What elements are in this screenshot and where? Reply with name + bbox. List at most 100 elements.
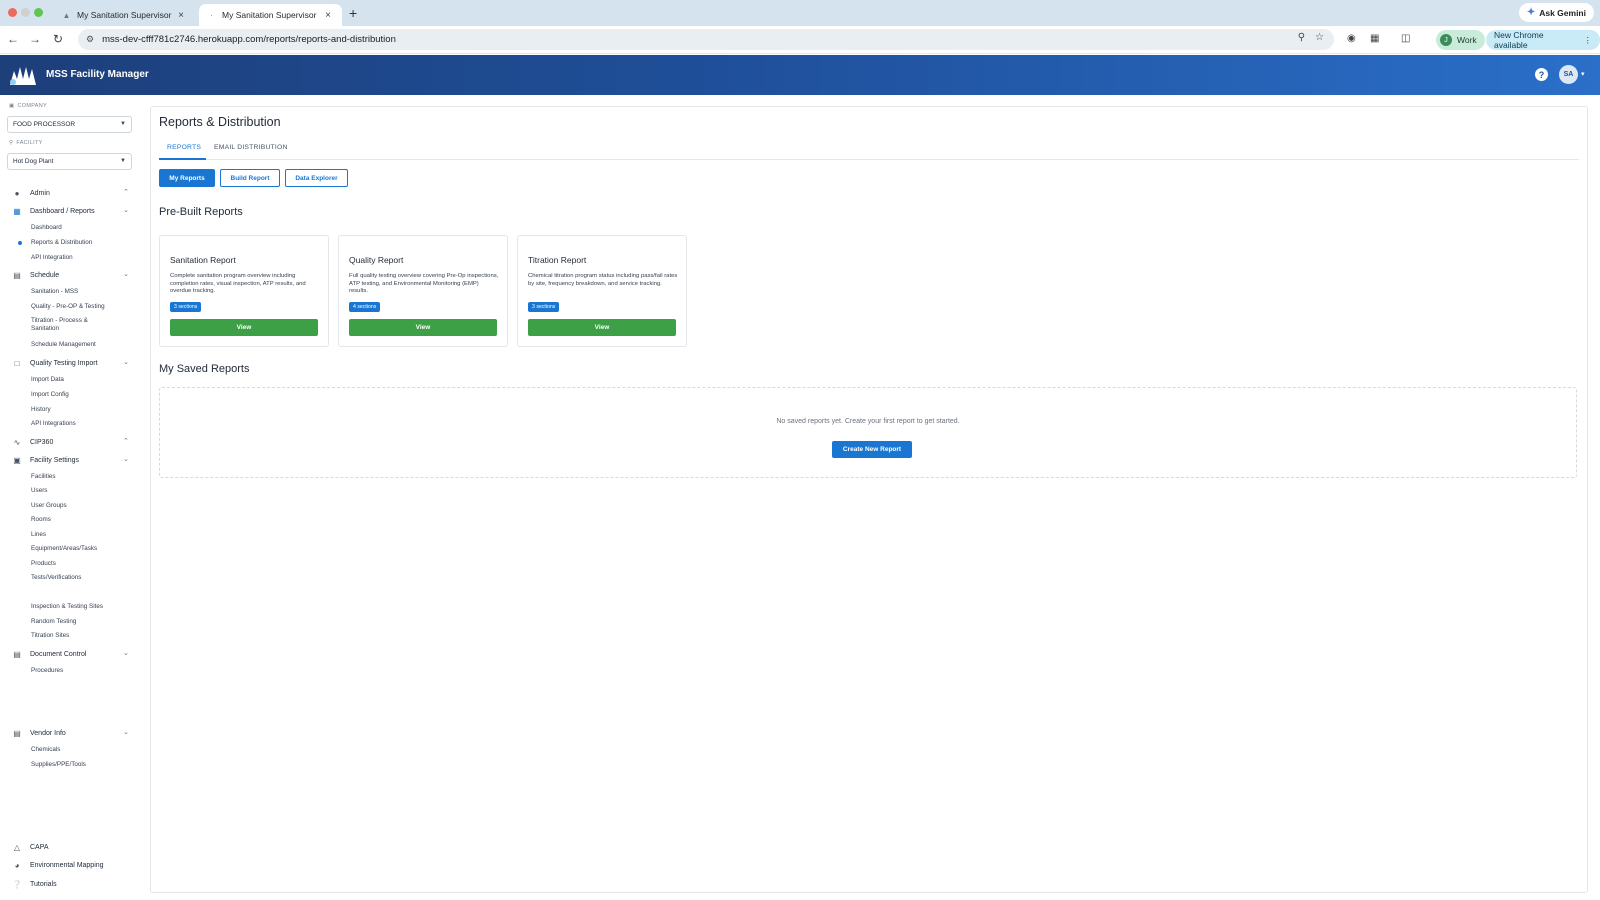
reload-icon[interactable]: ↻ (51, 32, 65, 46)
tab-email-distribution[interactable]: EMAIL DISTRIBUTION (214, 144, 288, 151)
company-label-text: COMPANY (17, 103, 48, 109)
window-maximize-button[interactable] (34, 8, 43, 17)
profile-button[interactable]: J Work (1436, 30, 1485, 50)
active-tab-indicator (159, 158, 206, 160)
tab-reports[interactable]: REPORTS (167, 144, 201, 151)
sidebar-item-titration[interactable]: Titration - Process & Sanitation (31, 317, 106, 333)
sidebar-section-cip360[interactable]: ∿ CIP360 ⌃ (11, 435, 131, 449)
gemini-spark-icon: ✦ (1526, 7, 1536, 18)
site-favicon-icon: ▲ (62, 10, 71, 20)
browser-tab-strip: ▲ My Sanitation Supervisor × · My Sanita… (0, 0, 1600, 26)
sidebar-section-environmental-mapping[interactable]: ◕ Environmental Mapping (11, 858, 131, 872)
more-menu-icon[interactable]: ⋮ (1584, 35, 1593, 46)
sidebar-item-lines[interactable]: Lines (31, 531, 121, 539)
sidebar-item-tests-verifications[interactable]: Tests/Verifications (31, 574, 121, 582)
sidebar-item-procedures[interactable]: Procedures (31, 667, 121, 675)
sidebar-item-dashboard[interactable]: Dashboard (31, 224, 121, 232)
sidebar-item-inspection-testing-sites[interactable]: Inspection & Testing Sites (31, 603, 121, 611)
extensions-puzzle-icon[interactable]: ▦ (1370, 33, 1379, 44)
site-info-icon[interactable]: ⚙ (86, 34, 94, 45)
browser-toolbar: ← → ↻ ⚙ mss-dev-cfff781c2746.herokuapp.c… (0, 26, 1600, 54)
sidebar-item-user-groups[interactable]: User Groups (31, 502, 121, 510)
sidebar-item-chemicals[interactable]: Chemicals (31, 746, 121, 754)
sidebar-section-dashboard-reports[interactable]: ▦ Dashboard / Reports ⌄ (11, 204, 131, 218)
sidebar-item-sanitation-mss[interactable]: Sanitation - MSS (31, 288, 121, 296)
sidebar-item-random-testing[interactable]: Random Testing (31, 618, 121, 626)
facility-label-text: FACILITY (16, 140, 43, 146)
sidebar-section-capa[interactable]: △ CAPA (11, 840, 131, 854)
app-title: MSS Facility Manager (46, 69, 149, 80)
ask-gemini-label: Ask Gemini (1539, 7, 1586, 18)
report-card-titration: Titration Report Chemical titration prog… (517, 235, 687, 347)
report-card-quality: Quality Report Full quality testing over… (338, 235, 508, 347)
extension-icon[interactable]: ◉ (1347, 33, 1356, 44)
sidebar: ▣ COMPANY FOOD PROCESSOR ▼ ⚲ FACILITY Ho… (0, 95, 145, 900)
sidebar-item-titration-sites[interactable]: Titration Sites (31, 632, 121, 640)
sidebar-item-reports-distribution[interactable]: Reports & Distribution (31, 239, 121, 247)
sidebar-section-document-control[interactable]: ▤ Document Control ⌄ (11, 647, 131, 661)
sidebar-section-admin[interactable]: ● Admin ⌃ (11, 186, 131, 200)
sections-badge: 3 sections (528, 302, 560, 312)
sidebar-section-label: Vendor Info (30, 729, 66, 737)
side-panel-icon[interactable]: ◫ (1401, 33, 1410, 44)
chevron-down-icon: ⌄ (123, 207, 129, 214)
sidebar-section-vendor-info[interactable]: ▤ Vendor Info ⌄ (11, 726, 131, 740)
view-quality-report-button[interactable]: View (349, 319, 497, 336)
my-reports-button[interactable]: My Reports (159, 169, 215, 187)
tab-close-icon[interactable]: × (175, 10, 187, 21)
chevron-down-icon: ⌄ (123, 729, 129, 736)
browser-tab-label: My Sanitation Supervisor (222, 10, 317, 20)
help-question-icon[interactable]: ? (1535, 68, 1548, 81)
zoom-icon[interactable]: ⚲ (1298, 32, 1305, 43)
sidebar-item-import-data[interactable]: Import Data (31, 376, 121, 384)
tab-close-icon[interactable]: × (322, 10, 334, 21)
window-minimize-button[interactable] (21, 8, 30, 17)
sidebar-section-label: Tutorials (30, 880, 57, 888)
view-sanitation-report-button[interactable]: View (170, 319, 318, 336)
data-explorer-button[interactable]: Data Explorer (285, 169, 348, 187)
sidebar-item-api-integration[interactable]: API Integration (31, 254, 121, 262)
back-arrow-icon[interactable]: ← (6, 32, 20, 46)
sidebar-section-tutorials[interactable]: ❔ Tutorials (11, 877, 131, 891)
sidebar-item-supplies[interactable]: Supplies/PPE/Tools (31, 761, 121, 769)
create-new-report-button[interactable]: Create New Report (832, 441, 912, 458)
location-pin-icon: ⚲ (9, 140, 14, 146)
sidebar-section-facility-settings[interactable]: ▣ Facility Settings ⌄ (11, 453, 131, 467)
sidebar-item-equipment[interactable]: Equipment/Areas/Tasks (31, 545, 121, 553)
facility-label: ⚲ FACILITY (9, 140, 43, 146)
build-report-button[interactable]: Build Report (220, 169, 280, 187)
browser-tab-1[interactable]: ▲ My Sanitation Supervisor × (54, 4, 195, 26)
sidebar-item-quality-preop[interactable]: Quality - Pre-OP & Testing (31, 303, 121, 311)
sidebar-section-quality-testing-import[interactable]: □ Quality Testing Import ⌄ (11, 356, 131, 370)
sidebar-section-label: CIP360 (30, 438, 54, 446)
report-card-description: Full quality testing overview covering P… (349, 273, 499, 295)
sidebar-item-rooms[interactable]: Rooms (31, 516, 121, 524)
ask-gemini-button[interactable]: ✦ Ask Gemini (1518, 3, 1594, 22)
sidebar-item-schedule-management[interactable]: Schedule Management (31, 341, 121, 349)
sidebar-item-api-integrations[interactable]: API Integrations (31, 420, 121, 428)
new-tab-plus-icon[interactable]: + (349, 5, 357, 21)
sidebar-section-schedule[interactable]: ▤ Schedule ⌄ (11, 268, 131, 282)
sidebar-item-products[interactable]: Products (31, 560, 121, 568)
user-avatar[interactable]: SA (1559, 65, 1578, 84)
view-titration-report-button[interactable]: View (528, 319, 676, 336)
forward-arrow-icon[interactable]: → (28, 32, 42, 46)
sidebar-item-history[interactable]: History (31, 406, 121, 414)
sidebar-item-facilities[interactable]: Facilities (31, 473, 121, 481)
chrome-update-button[interactable]: New Chrome available ⋮ (1486, 30, 1600, 50)
facility-select[interactable]: Hot Dog Plant ▼ (7, 153, 132, 170)
user-menu-chevron-down-icon[interactable]: ▾ (1581, 70, 1585, 78)
window-close-button[interactable] (8, 8, 17, 17)
empty-state-message: No saved reports yet. Create your first … (776, 418, 960, 425)
browser-tab-2[interactable]: · My Sanitation Supervisor × (199, 4, 342, 26)
company-select[interactable]: FOOD PROCESSOR ▼ (7, 116, 132, 133)
dashboard-icon: ▦ (13, 206, 21, 216)
report-card-sanitation: Sanitation Report Complete sanitation pr… (159, 235, 329, 347)
bookmark-star-icon[interactable]: ☆ (1315, 32, 1324, 43)
calendar-icon: ▤ (13, 270, 21, 280)
sidebar-section-label: Dashboard / Reports (30, 207, 95, 215)
sidebar-item-import-config[interactable]: Import Config (31, 391, 121, 399)
address-bar[interactable]: ⚙ mss-dev-cfff781c2746.herokuapp.com/rep… (78, 29, 1334, 50)
company-select-value: FOOD PROCESSOR (13, 121, 76, 128)
sidebar-item-users[interactable]: Users (31, 487, 121, 495)
